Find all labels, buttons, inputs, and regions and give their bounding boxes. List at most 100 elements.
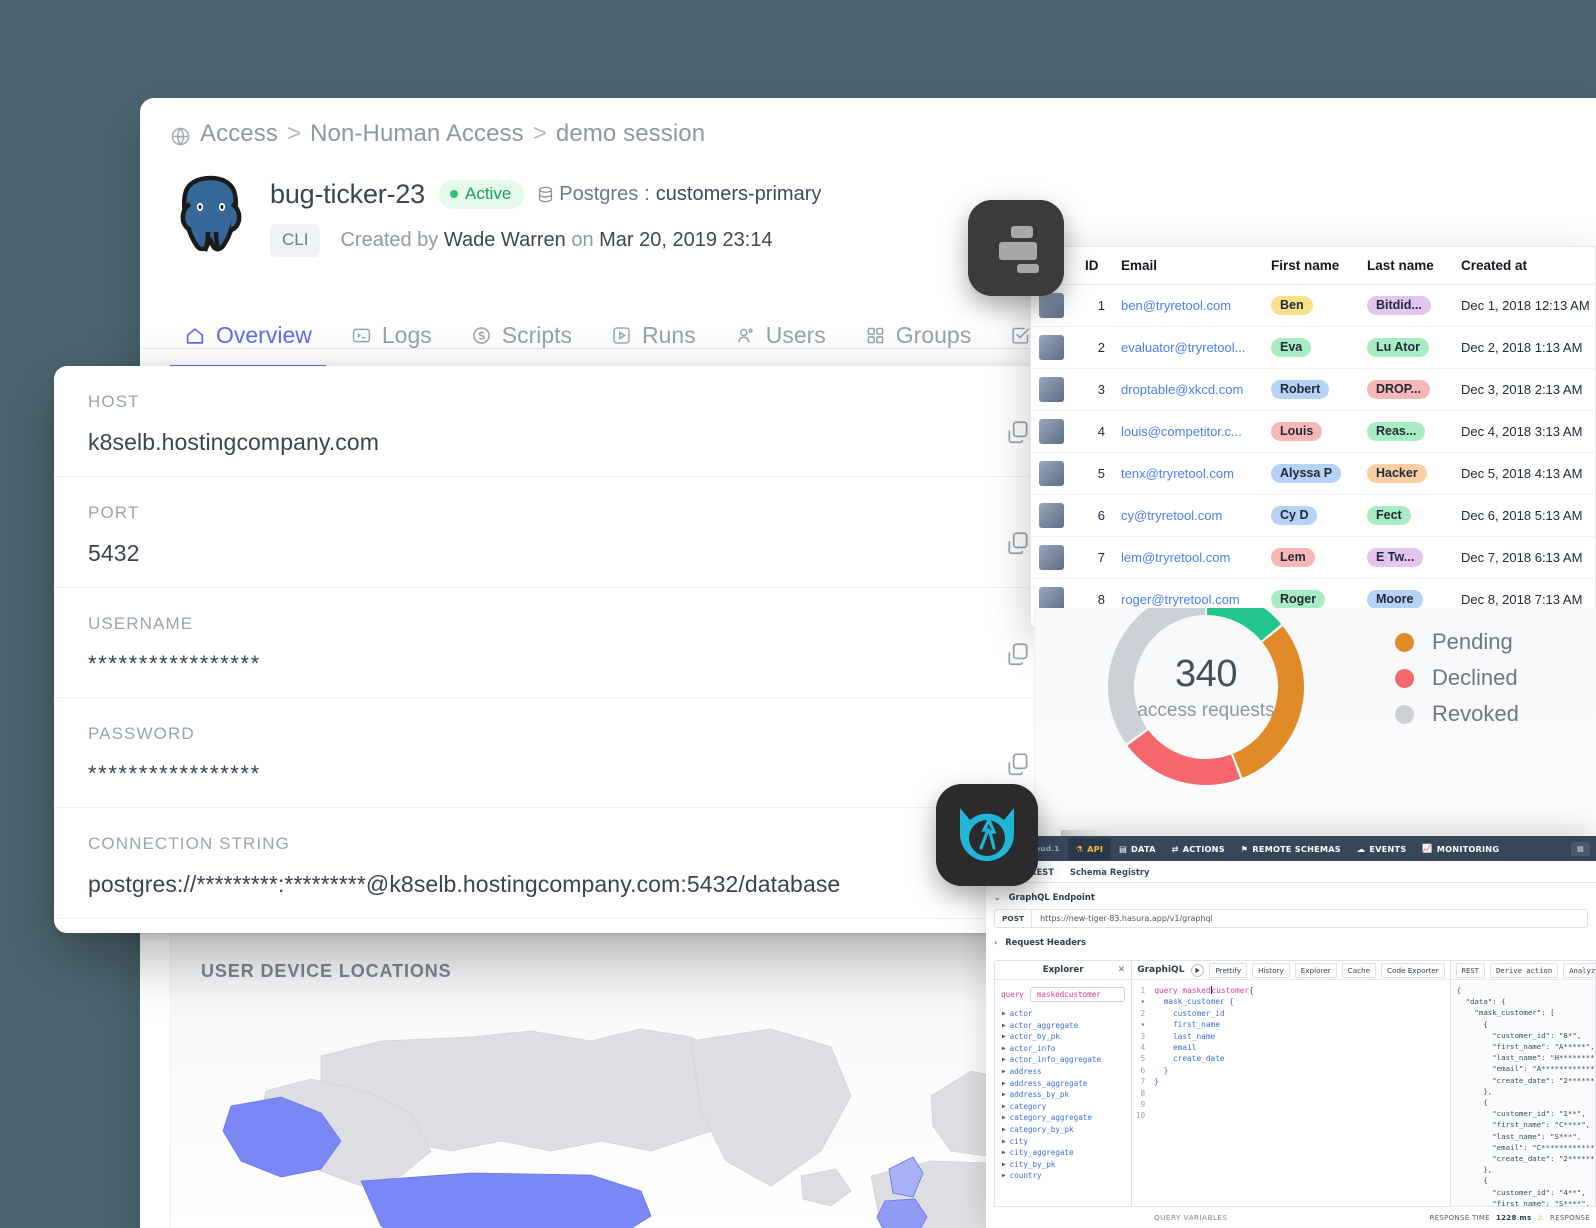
legend-color-swatch	[1395, 669, 1414, 688]
table-header-id[interactable]: ID	[1085, 247, 1121, 285]
access-requests-donut-chart[interactable]	[1091, 608, 1321, 802]
table-header-created-at[interactable]: Created at	[1461, 247, 1596, 285]
table-row[interactable]: 5tenx@tryretool.comAlyssa PHackerDec 5, …	[1031, 453, 1596, 495]
row-email[interactable]: ben@tryretool.com	[1121, 285, 1271, 327]
tab-runs[interactable]: Runs	[597, 316, 710, 368]
copy-icon[interactable]	[1005, 751, 1031, 777]
breadcrumb-item-demo-session[interactable]: demo session	[556, 120, 705, 148]
donut-slice-pending[interactable]	[1233, 626, 1304, 778]
credential-row-username: USERNAME *****************	[54, 588, 1061, 698]
explorer-field-country[interactable]: ▶country	[1002, 1170, 1131, 1182]
row-first-name: Cy D	[1271, 495, 1367, 537]
table-header-last-name[interactable]: Last name	[1367, 247, 1461, 285]
explorer-field-address_by_pk[interactable]: ▶address_by_pk	[1002, 1089, 1131, 1101]
explorer-field-address_aggregate[interactable]: ▶address_aggregate	[1002, 1078, 1131, 1090]
donut-slice-declined[interactable]	[1128, 730, 1241, 785]
graphql-endpoint-field[interactable]: POST https://new-tiger-83.hasura.app/v1/…	[994, 909, 1588, 928]
explorer-field-actor_info[interactable]: ▶actor_info	[1002, 1043, 1131, 1055]
legend-item-pending[interactable]: Pending	[1395, 624, 1519, 660]
legend-item-declined[interactable]: Declined	[1395, 660, 1519, 696]
hasura-nav-api[interactable]: ⚗ API	[1068, 838, 1112, 860]
explorer-field-label: actor_info_aggregate	[1010, 1054, 1101, 1066]
legend-item-revoked[interactable]: Revoked	[1395, 696, 1519, 732]
row-avatar-cell	[1031, 369, 1085, 411]
hasura-nav-data[interactable]: ▤ DATA	[1111, 838, 1164, 860]
table-header-email[interactable]: Email	[1121, 247, 1271, 285]
row-email[interactable]: tenx@tryretool.com	[1121, 453, 1271, 495]
hasura-nav-events[interactable]: ☁ EVENTS	[1349, 838, 1414, 860]
breadcrumb-item-access[interactable]: Access	[200, 120, 278, 148]
row-email[interactable]: cy@tryretool.com	[1121, 495, 1271, 537]
explorer-field-city_aggregate[interactable]: ▶city_aggregate	[1002, 1147, 1131, 1159]
explorer-field-category_by_pk[interactable]: ▶category_by_pk	[1002, 1124, 1131, 1136]
copy-icon[interactable]	[1005, 530, 1031, 556]
tab-overview[interactable]: Overview	[170, 316, 326, 368]
chevron-right-icon: ▶	[1002, 1020, 1006, 1032]
table-header-first-name[interactable]: First name	[1271, 247, 1367, 285]
nav-label: EVENTS	[1369, 844, 1406, 854]
credential-label: USERNAME	[88, 614, 1027, 634]
tab-logs[interactable]: Logs	[337, 316, 446, 368]
credential-value: 5432	[88, 540, 1027, 567]
row-email[interactable]: droptable@xkcd.com	[1121, 369, 1271, 411]
explorer-field-actor_aggregate[interactable]: ▶actor_aggregate	[1002, 1020, 1131, 1032]
explorer-field-label: address_aggregate	[1010, 1078, 1088, 1090]
explorer-field-label: actor_info	[1010, 1043, 1056, 1055]
explorer-query-name-input[interactable]: maskedcustomer	[1030, 987, 1125, 1002]
hasura-nav-badge[interactable]: ▤	[1571, 842, 1590, 856]
table-row[interactable]: 7lem@tryretool.comLemE Tw...Dec 7, 2018 …	[1031, 537, 1596, 579]
toolbar-analyze-button[interactable]: Analyze	[1563, 963, 1596, 978]
explorer-field-category[interactable]: ▶category	[1002, 1101, 1131, 1113]
hasura-icon[interactable]	[936, 784, 1038, 886]
explorer-field-city[interactable]: ▶city	[1002, 1136, 1131, 1148]
table-body: 1ben@tryretool.comBenBitdid...Dec 1, 201…	[1031, 285, 1596, 629]
table-row[interactable]: 3droptable@xkcd.comRobertDROP...Dec 3, 2…	[1031, 369, 1596, 411]
last-name-pill: Fect	[1367, 506, 1411, 525]
explorer-field-address[interactable]: ▶address	[1002, 1066, 1131, 1078]
request-headers-section[interactable]: › Request Headers	[986, 928, 1596, 947]
donut-slice-revoked[interactable]	[1108, 608, 1205, 743]
copy-icon[interactable]	[1005, 419, 1031, 445]
toolbar-cache-button[interactable]: Cache	[1342, 963, 1376, 978]
explorer-field-actor_info_aggregate[interactable]: ▶actor_info_aggregate	[1002, 1054, 1131, 1066]
chevron-right-icon: ›	[994, 938, 997, 947]
hasura-nav-monitoring[interactable]: 📈 MONITORING	[1414, 837, 1507, 860]
table-row[interactable]: 2evaluator@tryretool...EvaLu AtorDec 2, …	[1031, 327, 1596, 369]
toolbar-rest-button[interactable]: REST	[1456, 963, 1485, 978]
explorer-field-actor_by_pk[interactable]: ▶actor_by_pk	[1002, 1031, 1131, 1043]
copy-icon[interactable]	[1005, 641, 1031, 667]
donut-slice-approved[interactable]	[1207, 608, 1281, 641]
toolbar-explorer-button[interactable]: Explorer	[1295, 963, 1337, 978]
hasura-nav-remote-schemas[interactable]: ⚑ REMOTE SCHEMAS	[1233, 838, 1349, 860]
graphql-endpoint-section[interactable]: ⌄ GraphQL Endpoint	[986, 883, 1596, 902]
retool-icon[interactable]	[968, 200, 1064, 296]
close-icon[interactable]: ✕	[1118, 965, 1126, 975]
tab-users[interactable]: Users	[721, 316, 840, 368]
toolbar-prettify-button[interactable]: Prettify	[1209, 963, 1247, 978]
breadcrumb-item-non-human-access[interactable]: Non-Human Access	[310, 120, 524, 148]
chevron-right-icon: ▶	[1002, 1008, 1006, 1020]
toolbar-code-exporter-button[interactable]: Code Exporter	[1381, 963, 1445, 978]
hasura-nav-actions[interactable]: ⇄ ACTIONS	[1164, 838, 1233, 860]
run-query-button[interactable]	[1191, 964, 1204, 977]
explorer-field-city_by_pk[interactable]: ▶city_by_pk	[1002, 1159, 1131, 1171]
toolbar-history-button[interactable]: History	[1252, 963, 1290, 978]
table-row[interactable]: 1ben@tryretool.comBenBitdid...Dec 1, 201…	[1031, 285, 1596, 327]
explorer-field-category_aggregate[interactable]: ▶category_aggregate	[1002, 1112, 1131, 1124]
query-variables-label[interactable]: QUERY VARIABLES	[994, 1213, 1228, 1222]
tab-scripts[interactable]: Scripts	[457, 316, 586, 368]
table-row[interactable]: 6cy@tryretool.comCy DFectDec 6, 2018 5:1…	[1031, 495, 1596, 537]
chevron-right-icon: ▶	[1002, 1124, 1006, 1136]
row-created-at: Dec 4, 2018 3:13 AM	[1461, 411, 1596, 453]
row-email[interactable]: lem@tryretool.com	[1121, 537, 1271, 579]
row-email[interactable]: evaluator@tryretool...	[1121, 327, 1271, 369]
row-email[interactable]: louis@competitor.c...	[1121, 411, 1271, 453]
explorer-field-actor[interactable]: ▶actor	[1002, 1008, 1131, 1020]
graphiql-code-editor[interactable]: 1 ▾2 ▾345678910 query maskedcustomer{ ma…	[1132, 980, 1449, 1227]
table-row[interactable]: 4louis@competitor.c...LouisReas...Dec 4,…	[1031, 411, 1596, 453]
tab-groups[interactable]: Groups	[851, 316, 985, 368]
legend-label: Declined	[1432, 665, 1518, 691]
first-name-pill: Lem	[1271, 548, 1315, 567]
subnav-schema-registry[interactable]: Schema Registry	[1070, 867, 1150, 877]
toolbar-derive-action-button[interactable]: Derive action	[1490, 963, 1558, 978]
